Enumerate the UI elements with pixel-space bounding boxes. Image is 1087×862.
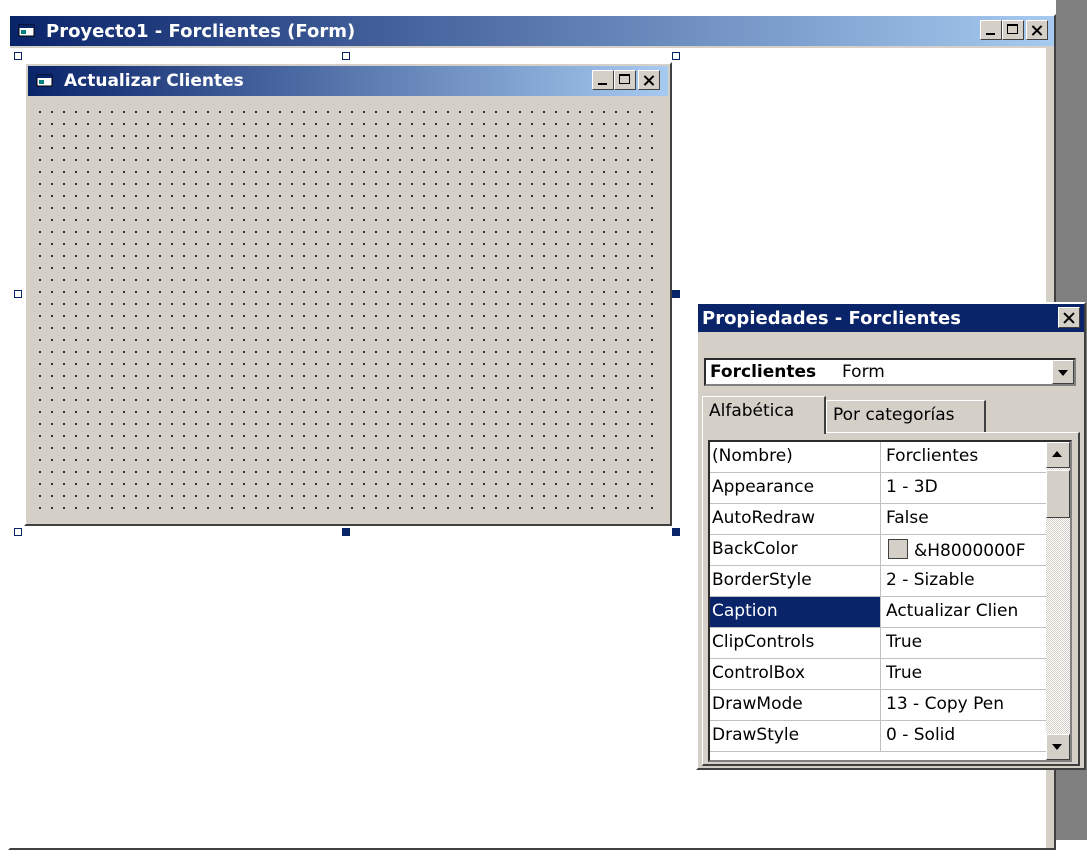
scroll-up-button[interactable] [1046,442,1070,468]
resize-handle-top[interactable] [342,52,350,60]
property-row[interactable]: BackColor &H8000000F [710,535,1046,566]
column-divider [880,597,881,628]
property-value[interactable]: True [886,663,1046,683]
column-divider [880,628,881,659]
property-name: DrawMode [712,694,803,714]
designer-title: Proyecto1 - Forclientes (Form) [46,21,356,42]
property-name: Caption [710,597,880,627]
resize-handle-left[interactable] [14,290,22,298]
resize-handle-top-right[interactable] [672,52,680,60]
properties-grid: (Nombre) Forclientes Appearance 1 - 3D A… [708,440,1072,762]
tab-alfabetica[interactable]: Alfabética [702,396,826,434]
property-value[interactable]: False [886,508,1046,528]
properties-window: Propiedades - Forclientes Forclientes Fo… [696,302,1086,770]
color-swatch [888,539,908,559]
property-value[interactable]: True [886,632,1046,652]
property-row[interactable]: (Nombre) Forclientes [710,442,1046,473]
dropdown-button[interactable] [1052,360,1074,384]
property-value[interactable]: Forclientes [886,446,1046,466]
tab-por-categorias[interactable]: Por categorías [826,400,986,432]
property-name: ControlBox [712,663,806,683]
property-row-selected[interactable]: Caption Actualizar Clien [710,597,1046,628]
column-divider [880,566,881,597]
property-row[interactable]: DrawMode 13 - Copy Pen [710,690,1046,721]
chevron-up-icon [1052,451,1062,457]
property-row[interactable]: ControlBox True [710,659,1046,690]
property-row[interactable]: DrawStyle 0 - Solid [710,721,1046,752]
resize-handle-right[interactable] [672,290,680,298]
properties-title: Propiedades - Forclientes [702,308,961,329]
form-icon [18,24,35,37]
object-type: Form [842,362,885,382]
property-value[interactable]: 1 - 3D [886,477,1046,497]
column-divider [880,659,881,690]
maximize-button[interactable] [614,70,636,90]
designer-title-bar[interactable]: Proyecto1 - Forclientes (Form) [10,16,1054,46]
property-value[interactable]: 0 - Solid [886,725,1046,745]
minimize-button[interactable] [980,20,1002,40]
scroll-down-button[interactable] [1046,734,1070,760]
property-row[interactable]: ClipControls True [710,628,1046,659]
object-name: Forclientes [710,362,817,382]
property-row[interactable]: AutoRedraw False [710,504,1046,535]
column-divider [880,721,881,752]
property-value[interactable]: 13 - Copy Pen [886,694,1046,714]
form-preview[interactable]: Actualizar Clientes [24,62,672,526]
chevron-down-icon [1052,744,1062,750]
column-divider [880,442,881,473]
close-button[interactable] [1026,20,1048,40]
property-name: Appearance [712,477,815,497]
properties-title-bar[interactable]: Propiedades - Forclientes [698,304,1084,332]
property-name: AutoRedraw [712,508,816,528]
chevron-down-icon [1058,370,1068,376]
column-divider [880,690,881,721]
vertical-scrollbar[interactable] [1046,442,1070,760]
form-title-bar[interactable]: Actualizar Clientes [28,66,668,96]
form-title: Actualizar Clientes [64,71,244,91]
column-divider [880,473,881,504]
object-selector[interactable]: Forclientes Form [704,358,1076,386]
form-icon [36,74,53,87]
property-name: DrawStyle [712,725,800,745]
property-name: ClipControls [712,632,815,652]
resize-handle-bottom-left[interactable] [14,528,22,536]
color-value: &H8000000F [914,541,1026,561]
property-row[interactable]: BorderStyle 2 - Sizable [710,566,1046,597]
property-value[interactable]: Actualizar Clien [886,601,1046,621]
property-row[interactable]: Appearance 1 - 3D [710,473,1046,504]
form-design-grid[interactable] [32,104,660,518]
property-value[interactable]: 2 - Sizable [886,570,1046,590]
column-divider [880,504,881,535]
close-button[interactable] [638,70,660,90]
property-name: BorderStyle [712,570,812,590]
property-name: BackColor [712,539,798,559]
resize-handle-top-left[interactable] [14,52,22,60]
minimize-button[interactable] [592,70,614,90]
close-button[interactable] [1058,307,1080,328]
resize-handle-bottom-right[interactable] [672,528,680,536]
column-divider [880,535,881,566]
resize-handle-bottom[interactable] [342,528,350,536]
maximize-button[interactable] [1002,20,1024,40]
scroll-thumb[interactable] [1046,470,1070,518]
property-name: (Nombre) [712,446,793,466]
property-value[interactable]: &H8000000F [886,539,1046,561]
